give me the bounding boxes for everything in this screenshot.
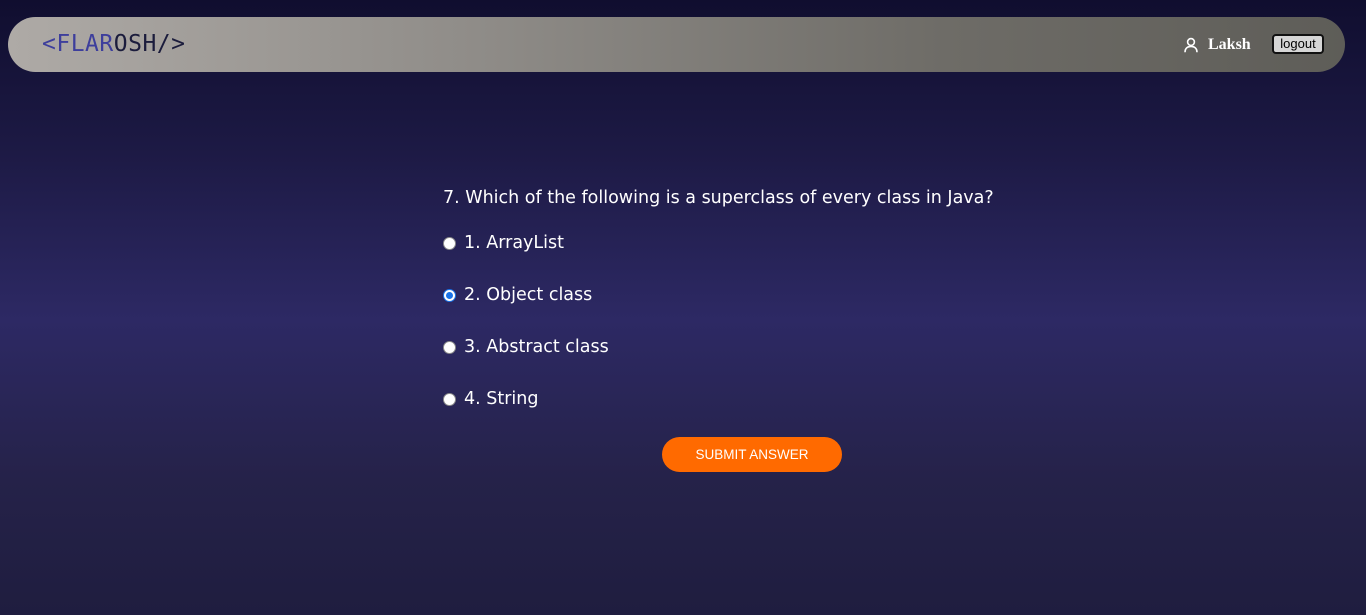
radio-button[interactable] [443, 392, 456, 406]
question-text: 7. Which of the following is a superclas… [443, 188, 994, 208]
submit-answer-button[interactable]: SUBMIT ANSWER [662, 437, 842, 472]
answer-option-3[interactable]: 3. Abstract class [443, 335, 609, 359]
user-name: Laksh [1208, 36, 1251, 53]
logout-button[interactable]: logout [1272, 34, 1324, 54]
answer-option-4[interactable]: 4. String [443, 387, 539, 411]
logo-close-bracket: /> [156, 31, 186, 57]
top-navbar: <FLAROSH/> Laksh logout [8, 17, 1345, 72]
logo-open-bracket: < [42, 31, 57, 57]
option-label: 3. Abstract class [464, 337, 609, 357]
radio-button[interactable] [443, 340, 456, 354]
answer-option-1[interactable]: 1. ArrayList [443, 231, 564, 255]
option-label: 2. Object class [464, 285, 593, 305]
logo-name-part1: FLAR [56, 31, 114, 57]
user-icon [1183, 37, 1199, 53]
brand-logo[interactable]: <FLAROSH/> [42, 31, 186, 58]
option-label: 4. String [464, 389, 539, 409]
radio-button[interactable] [443, 236, 456, 250]
radio-button-selected[interactable] [443, 288, 456, 302]
option-label: 1. ArrayList [464, 233, 564, 253]
answer-option-2[interactable]: 2. Object class [443, 283, 592, 307]
user-profile[interactable]: Laksh [1183, 35, 1251, 55]
logo-name-part2: OSH [113, 31, 157, 57]
